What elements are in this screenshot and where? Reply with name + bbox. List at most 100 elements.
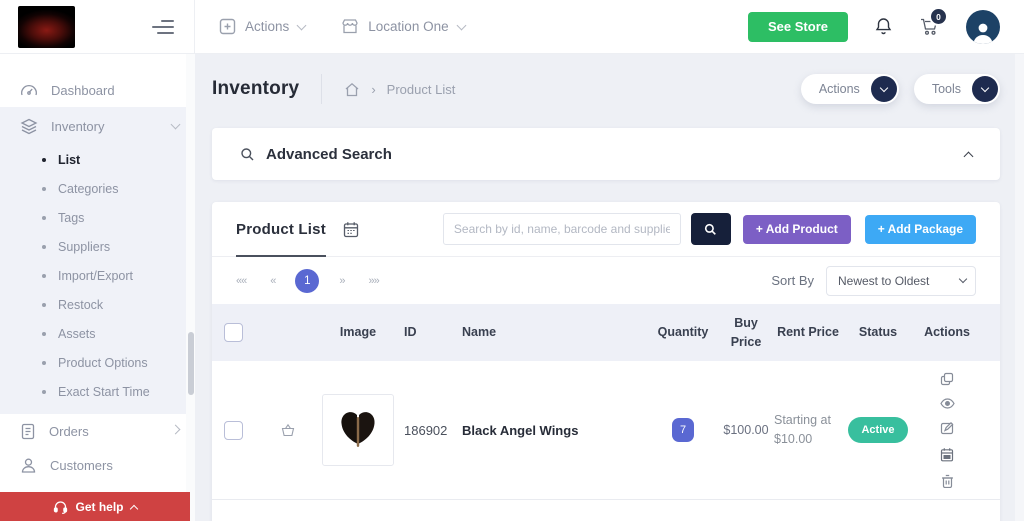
page-title: Inventory bbox=[212, 78, 300, 99]
delete-icon[interactable] bbox=[941, 474, 954, 488]
add-product-button[interactable]: + Add Product bbox=[742, 214, 851, 244]
plus-square-icon bbox=[219, 18, 236, 35]
sidebar-subitem-restock[interactable]: Restock bbox=[0, 290, 195, 319]
page-header-buttons: Actions Tools bbox=[800, 74, 1000, 104]
sidebar: Dashboard Inventory List Categories Tags bbox=[0, 53, 195, 521]
page-actions-label: Actions bbox=[818, 82, 860, 96]
see-store-button[interactable]: See Store bbox=[748, 11, 848, 42]
pagination-current-page[interactable]: 1 bbox=[295, 268, 320, 293]
chevron-circle bbox=[972, 76, 998, 102]
topbar-main: Actions Location One See Store 0 bbox=[195, 0, 1024, 53]
chevron-down-icon bbox=[296, 20, 307, 30]
sidebar-subitem-suppliers[interactable]: Suppliers bbox=[0, 232, 195, 261]
get-help-label: Get help bbox=[75, 499, 124, 514]
sidebar-subitem-product-options[interactable]: Product Options bbox=[0, 348, 195, 377]
basket-icon[interactable] bbox=[280, 423, 296, 438]
advanced-search-panel[interactable]: Advanced Search bbox=[212, 128, 1000, 180]
pagination-next[interactable]: » bbox=[339, 275, 345, 287]
collapse-chevron-icon[interactable] bbox=[963, 151, 974, 161]
table-header-row: Image ID Name Quantity Buy Price Rent Pr… bbox=[212, 304, 1000, 361]
breadcrumb: › Product List bbox=[344, 82, 455, 97]
sidebar-scrollbar-thumb[interactable] bbox=[188, 332, 194, 395]
breadcrumb-current: Product List bbox=[386, 81, 456, 97]
sidebar-subitem-label: Suppliers bbox=[58, 239, 111, 254]
sidebar-item-customers[interactable]: Customers bbox=[0, 448, 195, 482]
chevron-right-icon bbox=[170, 424, 181, 435]
status-cell: Active bbox=[848, 417, 908, 443]
search-submit-button[interactable] bbox=[690, 213, 731, 245]
page-tools-button[interactable]: Tools bbox=[913, 74, 1000, 104]
sidebar-subitem-categories[interactable]: Categories bbox=[0, 174, 195, 203]
cart-count-badge: 0 bbox=[929, 7, 948, 26]
person-icon bbox=[20, 457, 37, 474]
pagination-first[interactable]: «« bbox=[236, 275, 247, 287]
sidebar-subitem-label: Tags bbox=[58, 210, 85, 225]
bullet-icon bbox=[42, 360, 46, 365]
col-header-status: Status bbox=[858, 325, 898, 340]
duplicate-icon[interactable] bbox=[940, 372, 954, 386]
view-icon[interactable] bbox=[939, 398, 955, 409]
notifications-button[interactable] bbox=[874, 16, 893, 37]
headset-icon bbox=[53, 500, 68, 514]
product-thumbnail[interactable] bbox=[322, 394, 394, 466]
top-bar: Actions Location One See Store 0 bbox=[0, 0, 1024, 54]
sidebar-subitem-import-export[interactable]: Import/Export bbox=[0, 261, 195, 290]
schedule-icon[interactable] bbox=[940, 447, 954, 462]
pagination-prev[interactable]: « bbox=[270, 275, 276, 287]
sidebar-toggle-icon[interactable] bbox=[152, 19, 174, 34]
sidebar-subitem-assets[interactable]: Assets bbox=[0, 319, 195, 348]
sidebar-item-label: Inventory bbox=[51, 118, 105, 134]
calendar-icon[interactable] bbox=[343, 221, 359, 238]
cart-button[interactable]: 0 bbox=[919, 7, 948, 37]
sidebar-subitem-exact-start-time[interactable]: Exact Start Time bbox=[0, 377, 195, 406]
bullet-icon bbox=[42, 302, 46, 307]
product-id: 186902 bbox=[404, 422, 448, 438]
location-dropdown[interactable]: Location One bbox=[341, 18, 467, 35]
col-header-actions: Actions bbox=[924, 325, 970, 340]
col-header-quantity: Quantity bbox=[657, 325, 709, 340]
sidebar-item-label: Orders bbox=[49, 423, 89, 439]
topbar-brand-section bbox=[0, 0, 195, 53]
edit-icon[interactable] bbox=[940, 421, 954, 435]
app-logo[interactable] bbox=[18, 5, 75, 48]
select-all-checkbox[interactable] bbox=[224, 323, 243, 342]
sidebar-subitem-label: Categories bbox=[58, 181, 119, 196]
chevron-up-icon bbox=[129, 504, 138, 513]
quantity-badge[interactable]: 7 bbox=[672, 418, 694, 442]
sidebar-subitem-tags[interactable]: Tags bbox=[0, 203, 195, 232]
pagination-last[interactable]: »» bbox=[369, 275, 380, 287]
add-package-button[interactable]: + Add Package bbox=[864, 214, 976, 244]
sort-by-label: Sort By bbox=[771, 273, 814, 288]
get-help-button[interactable]: Get help bbox=[0, 492, 190, 521]
user-avatar[interactable] bbox=[966, 9, 1000, 44]
status-badge: Active bbox=[848, 417, 908, 443]
sidebar-subitem-label: Exact Start Time bbox=[58, 384, 150, 399]
sidebar-scrollbar[interactable] bbox=[186, 53, 195, 521]
sidebar-item-dashboard[interactable]: Dashboard bbox=[0, 73, 195, 107]
chevron-down-icon bbox=[170, 119, 181, 130]
sidebar-item-orders[interactable]: Orders bbox=[0, 414, 195, 448]
product-list-panel: Product List + Add Product + Add Package… bbox=[212, 202, 1000, 521]
actions-dropdown[interactable]: Actions bbox=[219, 18, 307, 35]
sidebar-subitem-label: Product Options bbox=[58, 355, 148, 370]
sidebar-item-inventory[interactable]: Inventory bbox=[0, 107, 195, 145]
page-actions-button[interactable]: Actions bbox=[800, 74, 899, 104]
page-tools-label: Tools bbox=[931, 82, 961, 96]
bullet-icon bbox=[42, 186, 46, 191]
sidebar-subitem-label: Import/Export bbox=[58, 268, 134, 283]
row-checkbox[interactable] bbox=[224, 420, 243, 440]
product-name: Black Angel Wings bbox=[462, 422, 579, 438]
actions-dropdown-label: Actions bbox=[245, 19, 290, 34]
product-search-input[interactable] bbox=[442, 213, 681, 245]
pagination-row: «« « 1 » »» Sort By Newest to Oldest bbox=[212, 257, 1000, 304]
sidebar-subitem-list[interactable]: List bbox=[0, 145, 195, 174]
page-header: Inventory › Product List Actions Tools bbox=[212, 61, 1000, 117]
home-icon[interactable] bbox=[344, 82, 360, 97]
chevron-circle bbox=[870, 76, 897, 102]
page-scrollbar[interactable] bbox=[1015, 53, 1024, 521]
chevron-down-icon bbox=[456, 20, 467, 30]
sidebar-subitem-label: List bbox=[58, 152, 81, 167]
sidebar-item-label: Dashboard bbox=[51, 82, 115, 98]
sidebar-inventory-group: Inventory List Categories Tags Suppliers… bbox=[0, 107, 195, 414]
sort-select[interactable]: Newest to Oldest bbox=[826, 265, 976, 296]
